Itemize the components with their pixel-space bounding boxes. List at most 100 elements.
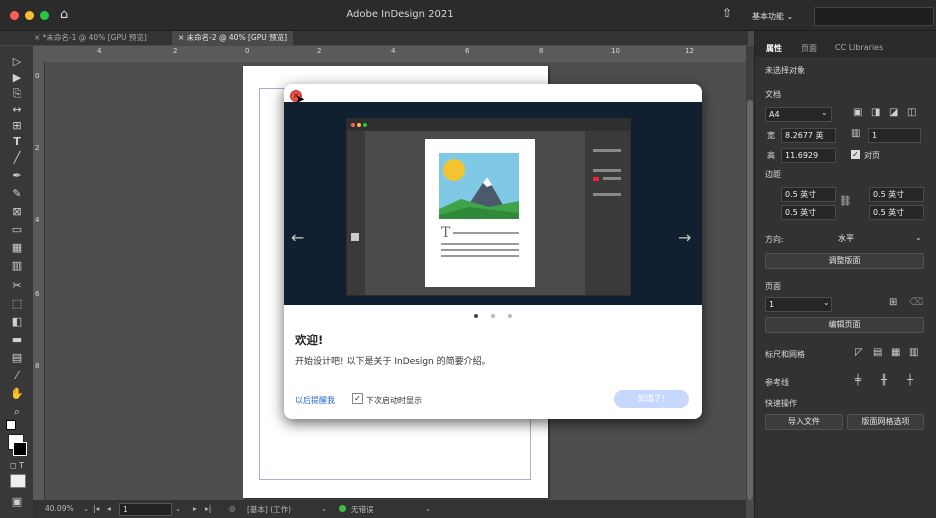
landscape-icon[interactable]: ◨ bbox=[871, 107, 880, 118]
arrow-left-icon[interactable]: ← bbox=[291, 228, 304, 247]
workspace-switcher[interactable]: 基本功能 ⌄ bbox=[752, 11, 793, 22]
share-icon[interactable]: ⇧ bbox=[722, 6, 732, 20]
zoom-level[interactable]: 40.09% bbox=[45, 504, 74, 513]
content-collector-icon[interactable]: ⊞ bbox=[7, 118, 27, 134]
arrow-right-icon[interactable]: → bbox=[678, 228, 691, 247]
layout-grid-options-button[interactable]: 版面网格选项 bbox=[847, 414, 924, 430]
show-next-checkbox[interactable]: ✓ bbox=[352, 393, 363, 404]
margin-right-field[interactable]: 0.5 英寸 bbox=[869, 205, 924, 220]
got-it-button[interactable]: 知道了! bbox=[614, 390, 689, 408]
pages-count-field[interactable]: 1 bbox=[868, 128, 921, 143]
page-settings-icon[interactable]: ◎ bbox=[229, 504, 236, 513]
last-page-icon[interactable]: ▸| bbox=[205, 504, 211, 513]
grid-tool-icon[interactable]: ▥ bbox=[7, 258, 27, 274]
scrollbar-thumb[interactable] bbox=[747, 100, 753, 500]
status-bar: 40.09% ⌄ |◂ ◂ 1 ⌄ ▸ ▸| ◎ [基本] (工作) ⌄ 无错误… bbox=[33, 500, 746, 518]
stroke-swatch-icon[interactable] bbox=[13, 442, 27, 456]
width-field[interactable]: 8.2677 英 bbox=[781, 128, 836, 143]
page-number-field[interactable]: 1 bbox=[119, 503, 172, 516]
ruler-tick: 6 bbox=[465, 47, 470, 55]
tab-document-1[interactable]: × *未命名-1 @ 40% [GPU 预览] bbox=[28, 31, 153, 45]
smart-guides-icon[interactable]: ┼ bbox=[907, 375, 913, 386]
apply-none-icon[interactable] bbox=[10, 474, 26, 488]
home-icon[interactable]: ⌂ bbox=[60, 7, 68, 22]
orientation-select[interactable]: 水平 bbox=[835, 232, 924, 245]
properties-panel: 属性 页面 CC Libraries 未选择对象 文档 A4 ⌄ ▣ ◨ ◪ ◫… bbox=[754, 31, 936, 518]
gap-tool-icon[interactable]: ↔ bbox=[7, 102, 27, 118]
chevron-down-icon[interactable]: ⌄ bbox=[425, 504, 431, 513]
chevron-down-icon[interactable]: ⌄ bbox=[83, 504, 89, 513]
eyedropper-tool-icon[interactable]: ⁄ bbox=[7, 368, 27, 384]
layout-grid-icon[interactable]: ▥ bbox=[909, 347, 918, 358]
window-minimize-button[interactable] bbox=[25, 11, 34, 20]
gradient-feather-tool-icon[interactable]: ▬ bbox=[7, 332, 27, 348]
width-label: 宽 bbox=[767, 131, 775, 140]
chevron-down-icon[interactable]: ⌄ bbox=[321, 504, 327, 513]
pencil-tool-icon[interactable]: ✎ bbox=[7, 186, 27, 202]
rectangle-tool-icon[interactable]: ▭ bbox=[7, 222, 27, 238]
ruler-tick: 4 bbox=[97, 47, 102, 55]
page-bleed-icon[interactable]: ◫ bbox=[907, 107, 916, 118]
portrait-icon[interactable]: ▣ bbox=[853, 107, 862, 118]
carousel-dot[interactable] bbox=[491, 314, 495, 318]
next-page-icon[interactable]: ▸ bbox=[193, 504, 197, 513]
height-field[interactable]: 11.6929 bbox=[781, 148, 836, 163]
pen-tool-icon[interactable]: ✒ bbox=[7, 168, 27, 184]
app-mockup-image: T bbox=[346, 118, 631, 296]
tab-pages[interactable]: 页面 bbox=[801, 43, 817, 54]
ruler-icon[interactable]: ◸ bbox=[855, 347, 863, 358]
margin-bottom-field[interactable]: 0.5 英寸 bbox=[781, 205, 836, 220]
first-page-icon[interactable]: |◂ bbox=[93, 504, 99, 513]
edit-page-button[interactable]: 编辑页面 bbox=[765, 317, 924, 333]
scissors-tool-icon[interactable]: ✂ bbox=[7, 278, 27, 294]
window-close-button[interactable] bbox=[10, 11, 19, 20]
facing-pages-checkbox[interactable]: ✓ bbox=[851, 150, 860, 159]
dialog-heading: 欢迎! bbox=[295, 333, 324, 347]
remind-later-link[interactable]: 以后提醒我 bbox=[295, 395, 335, 406]
note-tool-icon[interactable]: ▤ bbox=[7, 350, 27, 366]
tab-cc-libraries[interactable]: CC Libraries bbox=[835, 43, 883, 52]
type-tool-icon[interactable]: T bbox=[7, 134, 27, 150]
default-colors-icon[interactable] bbox=[6, 420, 16, 430]
formatting-affects-icon[interactable]: ◻ T bbox=[7, 458, 27, 474]
zoom-tool-icon[interactable]: ⌕ bbox=[7, 404, 27, 420]
page-layout-icon[interactable]: ◪ bbox=[889, 107, 898, 118]
tab-properties[interactable]: 属性 bbox=[766, 43, 782, 54]
trash-icon[interactable]: ⌫ bbox=[909, 297, 923, 308]
carousel-dot[interactable] bbox=[508, 314, 512, 318]
baseline-grid-icon[interactable]: ▤ bbox=[873, 347, 882, 358]
line-tool-icon[interactable]: ╱ bbox=[7, 150, 27, 166]
rectangle-frame-tool-icon[interactable]: ⊠ bbox=[7, 204, 27, 220]
free-transform-tool-icon[interactable]: ⬚ bbox=[7, 296, 27, 312]
guides-label: 参考线 bbox=[765, 378, 789, 387]
hand-tool-icon[interactable]: ✋ bbox=[7, 386, 27, 402]
prev-page-icon[interactable]: ◂ bbox=[107, 504, 111, 513]
guides-lock-icon[interactable]: ╫ bbox=[881, 375, 887, 386]
document-grid-icon[interactable]: ▦ bbox=[891, 347, 900, 358]
tab-document-2[interactable]: × 未命名-2 @ 40% [GPU 预览] bbox=[172, 31, 294, 45]
toolbox: ▷ ▶ ⎘ ↔ ⊞ T ╱ ✒ ✎ ⊠ ▭ ▦ ▥ ✂ ⬚ ◧ ▬ ▤ ⁄ ✋ … bbox=[0, 46, 34, 518]
margin-left-field[interactable]: 0.5 英寸 bbox=[869, 187, 924, 202]
page-tool-icon[interactable]: ⎘ bbox=[7, 86, 27, 102]
vertical-scrollbar[interactable] bbox=[746, 46, 754, 500]
screen-mode-icon[interactable]: ▣ bbox=[7, 494, 27, 510]
guides-show-icon[interactable]: ╪ bbox=[855, 375, 861, 386]
gradient-swatch-tool-icon[interactable]: ◧ bbox=[7, 314, 27, 330]
preflight-status[interactable]: 无错误 bbox=[351, 504, 374, 515]
window-zoom-button[interactable] bbox=[40, 11, 49, 20]
carousel-dot-active[interactable] bbox=[474, 314, 478, 318]
search-input[interactable] bbox=[814, 7, 934, 26]
table-tool-icon[interactable]: ▦ bbox=[7, 240, 27, 256]
selection-tool-icon[interactable]: ▷ bbox=[7, 54, 27, 70]
margin-top-field[interactable]: 0.5 英寸 bbox=[781, 187, 836, 202]
page-select[interactable]: 1 bbox=[765, 297, 832, 312]
adjust-layout-button[interactable]: 调整版面 bbox=[765, 253, 924, 269]
margins-label: 边距 bbox=[765, 170, 781, 179]
chevron-down-icon[interactable]: ⌄ bbox=[175, 504, 181, 513]
import-file-button[interactable]: 导入文件 bbox=[765, 414, 843, 430]
mouse-cursor-icon: ➤ bbox=[295, 92, 306, 106]
add-page-icon[interactable]: ⊞ bbox=[889, 297, 897, 308]
chain-link-icon[interactable]: ⛓ bbox=[839, 196, 852, 207]
layer-indicator[interactable]: [基本] (工作) bbox=[247, 504, 291, 515]
direct-selection-tool-icon[interactable]: ▶ bbox=[7, 70, 27, 86]
